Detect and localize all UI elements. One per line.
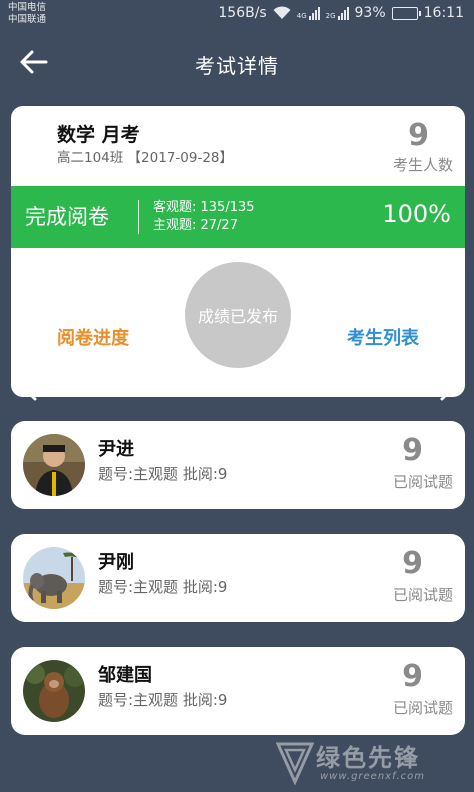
student-card[interactable]: 尹进 题号:主观题 批阅:9 9 已阅试题 [11, 421, 465, 509]
avatar [23, 660, 85, 722]
objective-progress: 客观题: 135/135 [153, 200, 255, 215]
status-indicators: 156B/s 4G 2G 93% 16:11 [218, 5, 464, 21]
carrier-1: 中国电信 [8, 2, 47, 13]
header: 考试详情 [0, 30, 474, 94]
subjective-progress: 主观题: 27/27 [153, 218, 238, 233]
graded-count: 9 [402, 659, 423, 694]
grading-percent: 100% [382, 200, 451, 228]
watermark: 绿色先锋 www.greenxf.com [276, 738, 472, 790]
student-name: 邹建国 [98, 665, 152, 686]
status-bar: 中国电信 中国联通 156B/s 4G 2G 93% 16:11 [0, 0, 474, 30]
student-card[interactable]: 邹建国 题号:主观题 批阅:9 9 已阅试题 [11, 647, 465, 735]
grading-status-band: 完成阅卷 客观题: 135/135 主观题: 27/27 100% [11, 186, 465, 248]
student-info: 题号:主观题 批阅:9 [98, 465, 228, 483]
clock: 16:11 [423, 5, 464, 21]
avatar [23, 547, 85, 609]
signal-4g-label: 4G [296, 11, 307, 20]
carrier-info: 中国电信 中国联通 [8, 2, 46, 26]
grading-status: 完成阅卷 [25, 205, 109, 229]
band-divider [138, 200, 139, 234]
graded-count-label: 已阅试题 [392, 699, 453, 717]
graded-count-label: 已阅试题 [392, 586, 453, 604]
student-info: 题号:主观题 批阅:9 [98, 691, 228, 709]
chevron-left-icon[interactable] [13, 362, 41, 402]
watermark-url: www.greenxf.com [320, 771, 425, 782]
student-count-label: 考生人数 [392, 156, 453, 174]
battery-icon [391, 6, 421, 20]
student-name: 尹进 [98, 439, 134, 460]
battery-percent: 93% [354, 5, 386, 21]
signal-2g-icon: 2G [325, 6, 349, 20]
exam-summary-card: 数学 月考 高二104班 【2017-09-28】 9 考生人数 完成阅卷 客观… [11, 106, 465, 397]
exam-class-date: 高二104班 【2017-09-28】 [57, 150, 234, 166]
question-progress: 客观题: 135/135 主观题: 27/27 [153, 199, 255, 235]
watermark-text: 绿色先锋 [316, 744, 420, 772]
score-published-button[interactable]: 成绩已发布 [185, 262, 291, 368]
greenxf-logo-icon [276, 742, 314, 786]
student-name: 尹刚 [98, 552, 134, 573]
signal-4g-icon: 4G [296, 6, 320, 20]
network-speed: 156B/s [218, 5, 267, 21]
page-title: 考试详情 [195, 54, 279, 78]
graded-count: 9 [402, 433, 423, 468]
student-count: 9 [408, 118, 429, 153]
avatar [23, 434, 85, 496]
graded-count: 9 [402, 546, 423, 581]
graded-count-label: 已阅试题 [392, 473, 453, 491]
student-list-link[interactable]: 考生列表 [347, 324, 419, 350]
chevron-right-icon[interactable] [436, 362, 464, 402]
signal-2g-label: 2G [325, 11, 336, 20]
grading-progress-link[interactable]: 阅卷进度 [57, 324, 129, 350]
student-info: 题号:主观题 批阅:9 [98, 578, 228, 596]
student-card[interactable]: 尹刚 题号:主观题 批阅:9 9 已阅试题 [11, 534, 465, 622]
exam-title: 数学 月考 [57, 124, 140, 146]
carrier-2: 中国联通 [8, 14, 47, 25]
wifi-icon [273, 6, 291, 19]
